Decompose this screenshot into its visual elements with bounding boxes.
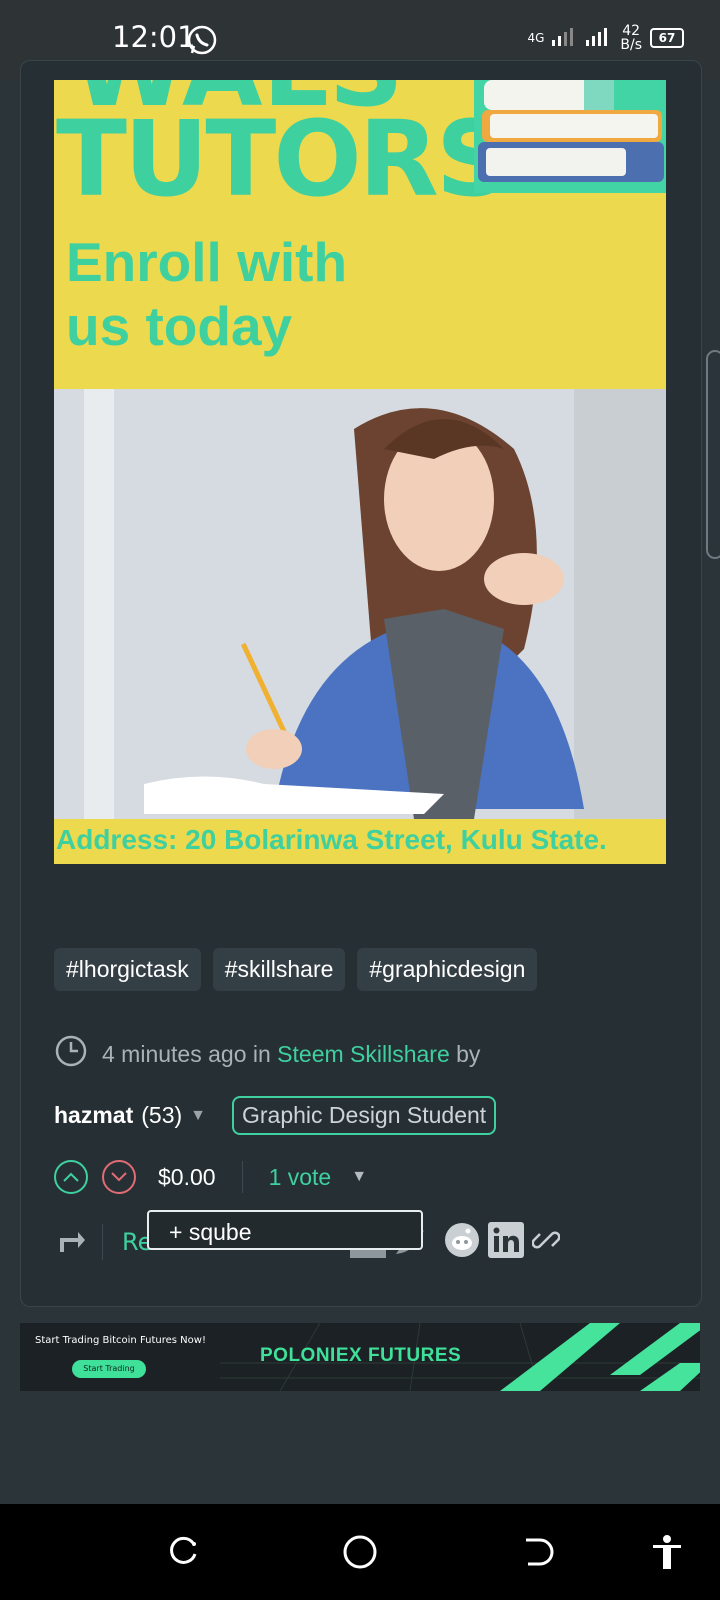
upvote-button[interactable] [54,1160,88,1194]
reblog-tooltip: + sqube [147,1210,423,1250]
link-icon[interactable] [531,1226,561,1258]
network-gen: 4G [527,31,545,45]
divider [102,1224,103,1260]
post-meta: 4 minutes ago in Steem Skillshare by [54,1034,480,1074]
reblog-icon[interactable] [58,1230,86,1260]
vote-count[interactable]: 1 vote [269,1164,332,1191]
whatsapp-icon [186,24,218,60]
chevron-down-icon [111,1172,127,1182]
tag-graphicdesign[interactable]: #graphicdesign [357,948,538,991]
status-time: 12:01 [112,20,196,54]
vote-list-caret-icon[interactable]: ▼ [351,1168,367,1186]
divider [241,1161,243,1193]
downvote-button[interactable] [102,1160,136,1194]
recent-apps-icon[interactable] [166,1534,200,1572]
ad-cta-button[interactable]: Start Trading [72,1360,146,1378]
signal-icon-2 [586,26,612,50]
ad-brand: POLONIEX FUTURES [260,1345,462,1366]
system-nav-bar [0,1504,720,1600]
author-reputation: (53) [141,1102,183,1128]
linkedin-icon[interactable] [488,1222,524,1262]
chevron-up-icon [63,1172,79,1182]
author-role-badge: Graphic Design Student [232,1096,497,1135]
back-icon[interactable] [520,1534,554,1572]
vote-row: $0.00 1 vote ▼ [54,1160,367,1194]
ad-text: Start Trading Bitcoin Futures Now! [35,1335,206,1346]
reddit-icon[interactable] [444,1222,480,1262]
battery-icon: 67 [650,28,684,48]
tag-lhorgictask[interactable]: #lhorgictask [54,948,201,991]
post-time: 4 minutes ago [102,1040,247,1067]
image-tagline: Enroll with us today [66,231,348,357]
tag-list: #lhorgictask #skillshare #graphicdesign [54,948,538,991]
student-photo [54,389,666,819]
home-icon[interactable] [342,1534,378,1574]
post-image: WALS TUTORS Enroll with us today [54,80,666,864]
community-link[interactable]: Steem Skillshare [277,1041,450,1067]
author-menu-caret-icon[interactable]: ▼ [190,1107,206,1125]
image-address: Address: 20 Bolarinwa Street, Kulu State… [56,824,607,855]
accessibility-icon[interactable] [650,1534,684,1574]
signal-icon [552,26,578,50]
clock-icon [54,1034,88,1074]
author-row: hazmat (53) ▼ Graphic Design Student [54,1096,497,1135]
tag-skillshare[interactable]: #skillshare [212,948,346,991]
ad-banner[interactable]: Start Trading Bitcoin Futures Now! Start… [20,1323,700,1391]
scroll-handle[interactable] [706,350,720,559]
in-label: in [252,1040,271,1067]
image-title: TUTORS [56,98,511,220]
books-illustration [474,80,666,193]
by-label: by [456,1040,481,1067]
payout-amount[interactable]: $0.00 [158,1164,216,1191]
network-speed: 42 B/s [620,23,642,53]
author-name[interactable]: hazmat [54,1102,133,1129]
